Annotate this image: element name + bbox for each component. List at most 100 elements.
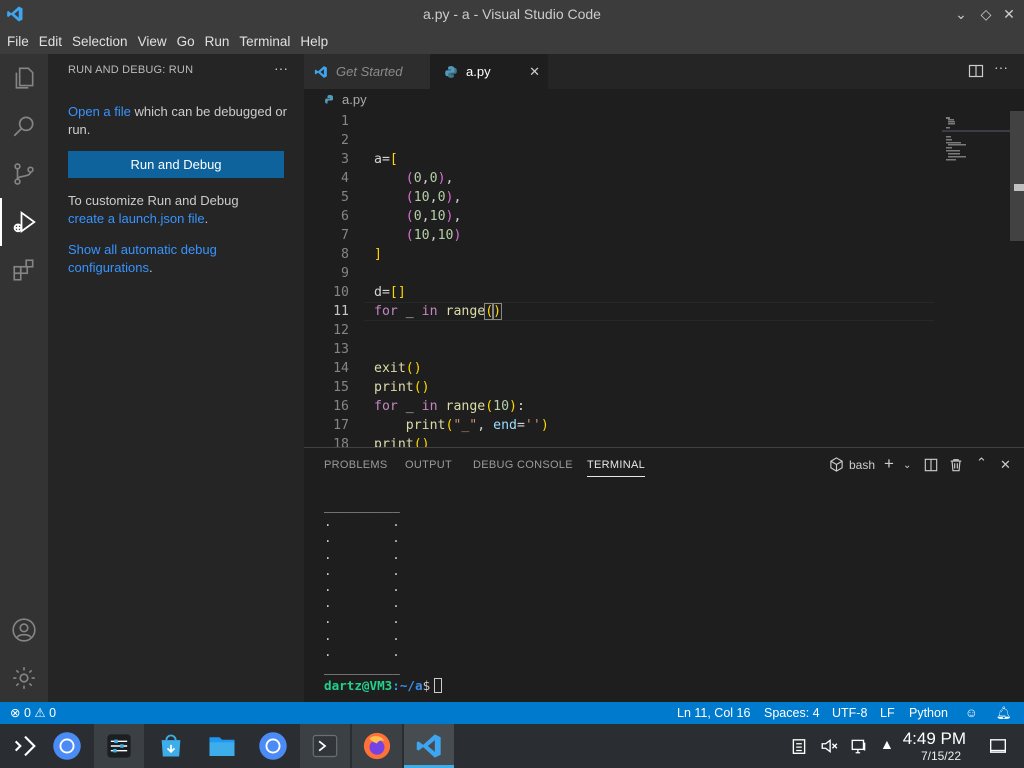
language-mode[interactable]: Python bbox=[909, 702, 948, 724]
clock-date[interactable]: 7/15/22 bbox=[921, 749, 961, 763]
chromium-icon[interactable] bbox=[42, 724, 92, 768]
more-editor-actions-icon[interactable]: ··· bbox=[994, 59, 1008, 75]
run-and-debug-button[interactable]: Run and Debug bbox=[68, 151, 284, 178]
chromium-icon-2[interactable] bbox=[248, 724, 298, 768]
end-of-line[interactable]: LF bbox=[880, 702, 895, 724]
menu-run[interactable]: Run bbox=[200, 29, 235, 54]
tab-get-started[interactable]: Get Started bbox=[304, 54, 430, 89]
editor-scrollbar[interactable] bbox=[1010, 111, 1024, 241]
split-editor-icon[interactable] bbox=[968, 63, 984, 79]
code-text[interactable]: for _ in range() bbox=[374, 302, 503, 321]
code-line[interactable]: 17 print("_", end='') bbox=[304, 416, 934, 435]
notifications-bell-icon[interactable]: 🔔︎ bbox=[996, 702, 1012, 724]
code-text[interactable]: (0,0), bbox=[374, 169, 454, 188]
more-actions-icon[interactable]: ··· bbox=[274, 60, 288, 76]
explorer-icon[interactable] bbox=[0, 54, 48, 102]
code-editor[interactable]: 1 2 3 a=[4 (0,0), 5 (10,0), 6 (0,10), 7 (10,10… bbox=[304, 111, 1024, 447]
tab-terminal[interactable]: TERMINAL bbox=[587, 459, 646, 477]
code-line[interactable]: 18 print() bbox=[304, 435, 934, 447]
minimize-icon[interactable]: ⌄ bbox=[952, 5, 970, 23]
indentation[interactable]: Spaces: 4 bbox=[764, 702, 820, 724]
extensions-icon[interactable] bbox=[0, 246, 48, 294]
menu-selection[interactable]: Selection bbox=[67, 29, 133, 54]
code-text[interactable]: (10,0), bbox=[374, 188, 462, 207]
code-line[interactable]: 14 exit() bbox=[304, 359, 934, 378]
menu-view[interactable]: View bbox=[133, 29, 172, 54]
menu-file[interactable]: File bbox=[2, 29, 34, 54]
breadcrumb-file[interactable]: a.py bbox=[342, 92, 367, 107]
code-text[interactable]: for _ in range(10): bbox=[374, 397, 525, 416]
line-number: 10 bbox=[333, 285, 349, 300]
split-terminal-icon[interactable] bbox=[924, 458, 938, 477]
network-tray-icon[interactable] bbox=[850, 737, 868, 760]
terminal-prompt[interactable]: dartz@VM3:~/a$ bbox=[324, 678, 443, 694]
tab-problems[interactable]: PROBLEMS bbox=[324, 459, 388, 471]
minimap[interactable] bbox=[942, 113, 1012, 173]
code-line[interactable]: 3 a=[ bbox=[304, 150, 934, 169]
code-line[interactable]: 7 (10,10) bbox=[304, 226, 934, 245]
manage-gear-icon[interactable] bbox=[0, 654, 48, 702]
feedback-icon[interactable]: ☺ bbox=[965, 702, 978, 724]
close-panel-icon[interactable]: ✕ bbox=[1000, 457, 1011, 473]
code-line[interactable]: 9 bbox=[304, 264, 934, 283]
code-text[interactable]: exit() bbox=[374, 359, 422, 378]
terminal-icon[interactable] bbox=[300, 724, 350, 768]
code-text[interactable]: print() bbox=[374, 435, 430, 447]
menu-go[interactable]: Go bbox=[172, 29, 200, 54]
code-text[interactable]: (10,10) bbox=[374, 226, 462, 245]
tab-output[interactable]: OUTPUT bbox=[405, 459, 452, 471]
run-debug-icon[interactable] bbox=[0, 198, 48, 246]
menu-terminal[interactable]: Terminal bbox=[234, 29, 295, 54]
tab-debug-console[interactable]: DEBUG CONSOLE bbox=[473, 459, 573, 471]
code-line[interactable]: 2 bbox=[304, 131, 934, 150]
show-all-configs-link[interactable]: Show all automatic debug configurations bbox=[68, 242, 217, 275]
account-icon[interactable] bbox=[0, 606, 48, 654]
kill-terminal-icon[interactable] bbox=[949, 458, 963, 477]
code-line[interactable]: 6 (0,10), bbox=[304, 207, 934, 226]
code-text[interactable]: print("_", end='') bbox=[374, 416, 549, 435]
maximize-panel-icon[interactable]: ⌃ bbox=[976, 455, 987, 471]
tray-expand-icon[interactable]: ▲ bbox=[880, 736, 894, 752]
code-line[interactable]: 12 bbox=[304, 321, 934, 340]
search-icon[interactable] bbox=[0, 102, 48, 150]
code-line[interactable]: 13 bbox=[304, 340, 934, 359]
volume-muted-icon[interactable] bbox=[820, 737, 838, 760]
tab-a-py[interactable]: a.py ✕ bbox=[430, 54, 548, 89]
code-line[interactable]: 10 d=[] bbox=[304, 283, 934, 302]
code-line[interactable]: 8] bbox=[304, 245, 934, 264]
problems-status[interactable]: ⊗ 0 ⚠ 0 bbox=[10, 702, 56, 724]
source-control-icon[interactable] bbox=[0, 150, 48, 198]
show-desktop-icon[interactable] bbox=[989, 737, 1007, 760]
code-text[interactable]: ] bbox=[374, 245, 382, 264]
firefox-icon[interactable] bbox=[352, 724, 402, 768]
open-file-link[interactable]: Open a file bbox=[68, 104, 131, 119]
system-settings-icon[interactable] bbox=[94, 724, 144, 768]
menu-help[interactable]: Help bbox=[295, 29, 333, 54]
code-line[interactable]: 15 print() bbox=[304, 378, 934, 397]
terminal-selector[interactable]: bash bbox=[829, 457, 875, 472]
terminal-dropdown-icon[interactable]: ⌄ bbox=[903, 460, 911, 471]
code-text[interactable]: d=[] bbox=[374, 283, 406, 302]
create-launch-json-link[interactable]: create a launch.json file bbox=[68, 211, 205, 226]
code-line[interactable]: 5 (10,0), bbox=[304, 188, 934, 207]
file-manager-icon[interactable] bbox=[197, 724, 247, 768]
clock-time[interactable]: 4:49 PM bbox=[903, 729, 966, 749]
maximize-icon[interactable]: ◇ bbox=[977, 5, 995, 23]
menu-edit[interactable]: Edit bbox=[34, 29, 67, 54]
close-window-icon[interactable]: ✕ bbox=[1000, 5, 1018, 23]
discover-store-icon[interactable] bbox=[146, 724, 196, 768]
code-text[interactable]: a=[ bbox=[374, 150, 398, 169]
code-line[interactable]: 1 bbox=[304, 112, 934, 131]
code-line[interactable]: 4 (0,0), bbox=[304, 169, 934, 188]
code-line[interactable]: 16 for _ in range(10): bbox=[304, 397, 934, 416]
new-terminal-icon[interactable]: + bbox=[884, 454, 894, 474]
code-line[interactable]: 11 for _ in range() bbox=[304, 302, 934, 321]
encoding[interactable]: UTF-8 bbox=[832, 702, 867, 724]
code-text[interactable]: print() bbox=[374, 378, 430, 397]
terminal-line: . . bbox=[324, 514, 400, 530]
cursor-position[interactable]: Ln 11, Col 16 bbox=[677, 702, 750, 724]
close-tab-icon[interactable]: ✕ bbox=[529, 64, 540, 80]
code-text[interactable]: (0,10), bbox=[374, 207, 462, 226]
vscode-taskbar-icon[interactable] bbox=[404, 724, 454, 768]
clipboard-tray-icon[interactable] bbox=[790, 737, 808, 760]
